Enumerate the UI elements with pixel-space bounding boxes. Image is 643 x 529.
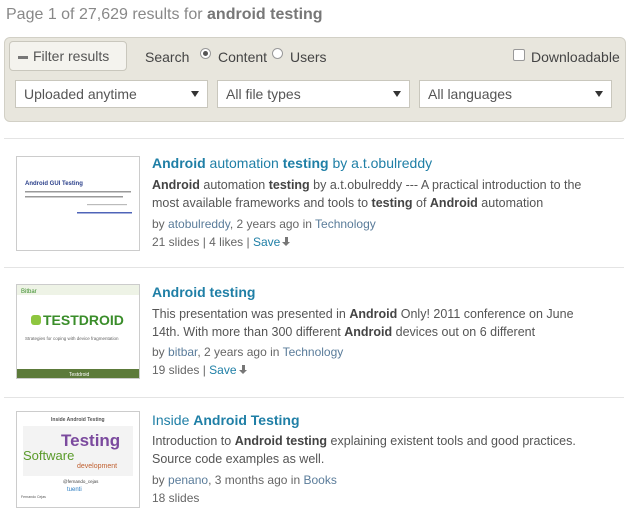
desc-part: automation bbox=[477, 196, 544, 210]
category-link[interactable]: Books bbox=[303, 473, 336, 487]
uploaded-select[interactable]: Uploaded anytime bbox=[15, 80, 208, 108]
svg-text:TESTDROID: TESTDROID bbox=[43, 312, 124, 328]
title-part: Inside bbox=[152, 412, 194, 428]
divider bbox=[4, 397, 624, 398]
filter-results-toggle[interactable]: Filter results bbox=[9, 41, 127, 71]
radio-users-label[interactable]: Users bbox=[290, 49, 327, 65]
save-label: Save bbox=[209, 363, 237, 377]
divider bbox=[4, 267, 624, 268]
title-part: testing bbox=[282, 155, 329, 171]
author-link[interactable]: penano bbox=[168, 473, 208, 487]
title-part: Android testing bbox=[152, 284, 256, 300]
filetype-select[interactable]: All file types bbox=[217, 80, 410, 108]
result-item: Android GUI Testing Android automation t… bbox=[0, 148, 643, 273]
svg-text:Android GUI Testing: Android GUI Testing bbox=[25, 181, 83, 187]
result-thumbnail[interactable]: Bitbar TESTDROID Strategies for coping w… bbox=[16, 284, 140, 379]
dropdown-arrow-icon bbox=[393, 91, 401, 97]
filter-panel: Filter results Search Content Users Down… bbox=[4, 37, 626, 122]
svg-text:Bitbar: Bitbar bbox=[21, 289, 37, 295]
result-item: Inside Android Testing Testing Software … bbox=[0, 404, 643, 529]
desc-part: devices out on 6 different bbox=[392, 325, 536, 339]
search-label: Search bbox=[145, 49, 190, 65]
downloadable-checkbox[interactable] bbox=[513, 49, 525, 61]
uploaded-select-value: Uploaded anytime bbox=[24, 86, 137, 102]
radio-users[interactable] bbox=[272, 48, 283, 59]
result-thumbnail[interactable]: Android GUI Testing bbox=[16, 156, 140, 251]
search-query: android testing bbox=[207, 6, 323, 23]
desc-part: Android bbox=[429, 196, 478, 210]
author-link[interactable]: atobulreddy bbox=[168, 217, 230, 231]
downloadable-label[interactable]: Downloadable bbox=[531, 49, 620, 65]
result-meta: by bitbar, 2 years ago in Technology bbox=[152, 345, 344, 359]
age: 3 months ago bbox=[214, 473, 288, 487]
filter-results-label: Filter results bbox=[33, 48, 110, 64]
desc-part: testing bbox=[371, 196, 413, 210]
slides-count: 18 slides bbox=[152, 491, 200, 505]
result-meta: by penano, 3 months ago in Books bbox=[152, 473, 337, 487]
title-part: by a.t.obulreddy bbox=[328, 155, 433, 171]
desc-part: This presentation was presented in bbox=[152, 307, 350, 321]
result-thumbnail[interactable]: Inside Android Testing Testing Software … bbox=[16, 411, 140, 508]
result-item: Bitbar TESTDROID Strategies for coping w… bbox=[0, 276, 643, 401]
language-select-value: All languages bbox=[428, 86, 513, 102]
result-description: This presentation was presented in Andro… bbox=[152, 305, 597, 341]
desc-part: Introduction to bbox=[152, 434, 235, 448]
result-title-link[interactable]: Android testing bbox=[152, 284, 255, 300]
slides-likes: 21 slides | 4 likes | bbox=[152, 235, 253, 249]
result-description: Introduction to Android testing explaini… bbox=[152, 432, 597, 468]
svg-text:Fernando Cejas: Fernando Cejas bbox=[21, 495, 46, 499]
desc-part: Android bbox=[349, 307, 398, 321]
result-title-link[interactable]: Android automation testing by a.t.obulre… bbox=[152, 155, 432, 171]
radio-content-label[interactable]: Content bbox=[218, 49, 267, 65]
svg-text:Inside Android Testing: Inside Android Testing bbox=[51, 417, 105, 423]
slide-thumbnail-image: Bitbar TESTDROID Strategies for coping w… bbox=[17, 285, 139, 378]
dropdown-arrow-icon bbox=[191, 91, 199, 97]
desc-part: Android bbox=[152, 178, 200, 192]
desc-part: testing bbox=[268, 178, 310, 192]
collapse-icon bbox=[18, 55, 28, 59]
svg-text:tuenti: tuenti bbox=[67, 487, 82, 493]
search-results-page: Page 1 of 27,629 results for android tes… bbox=[0, 0, 643, 528]
result-stats: 18 slides bbox=[152, 491, 199, 505]
result-description: Android automation testing by a.t.obulre… bbox=[152, 176, 597, 212]
desc-part: Android bbox=[344, 325, 393, 339]
dropdown-arrow-icon bbox=[595, 91, 603, 97]
result-stats: 21 slides | 4 likes | Save bbox=[152, 235, 291, 249]
result-stats: 19 slides | Save bbox=[152, 363, 248, 377]
svg-text:Strategies for coping with dev: Strategies for coping with device fragme… bbox=[25, 336, 119, 341]
desc-part: of bbox=[412, 196, 430, 210]
results-count-heading: Page 1 of 27,629 results for android tes… bbox=[6, 6, 323, 24]
divider bbox=[4, 138, 624, 139]
language-select[interactable]: All languages bbox=[419, 80, 612, 108]
slides-count: 19 slides | bbox=[152, 363, 210, 377]
results-count-text: Page 1 of 27,629 results for bbox=[6, 6, 208, 23]
result-title-link[interactable]: Inside Android Testing bbox=[152, 412, 300, 428]
svg-text:Software: Software bbox=[23, 448, 74, 463]
category-link[interactable]: Technology bbox=[315, 217, 376, 231]
age: 2 years ago bbox=[236, 217, 300, 231]
slide-thumbnail-image: Android GUI Testing bbox=[17, 157, 139, 250]
author-link[interactable]: bitbar bbox=[168, 345, 197, 359]
title-part: Android Testing bbox=[193, 412, 300, 428]
svg-text:@fernando_cejas: @fernando_cejas bbox=[63, 479, 99, 484]
desc-part: Android testing bbox=[234, 434, 328, 448]
result-meta: by atobulreddy, 2 years ago in Technolog… bbox=[152, 217, 376, 231]
slide-thumbnail-image: Inside Android Testing Testing Software … bbox=[17, 412, 139, 507]
save-link[interactable]: Save bbox=[253, 235, 291, 249]
age: 2 years ago bbox=[204, 345, 267, 359]
title-part: automation bbox=[205, 155, 283, 171]
svg-text:development: development bbox=[77, 463, 117, 470]
download-icon bbox=[282, 237, 291, 247]
title-part: Android bbox=[152, 155, 206, 171]
save-link[interactable]: Save bbox=[209, 363, 247, 377]
radio-content[interactable] bbox=[200, 48, 211, 59]
save-label: Save bbox=[252, 235, 281, 249]
category-link[interactable]: Technology bbox=[283, 345, 344, 359]
download-icon bbox=[238, 365, 248, 375]
filetype-select-value: All file types bbox=[226, 86, 301, 102]
desc-part: automation bbox=[199, 178, 269, 192]
svg-text:Testdroid: Testdroid bbox=[69, 372, 90, 378]
